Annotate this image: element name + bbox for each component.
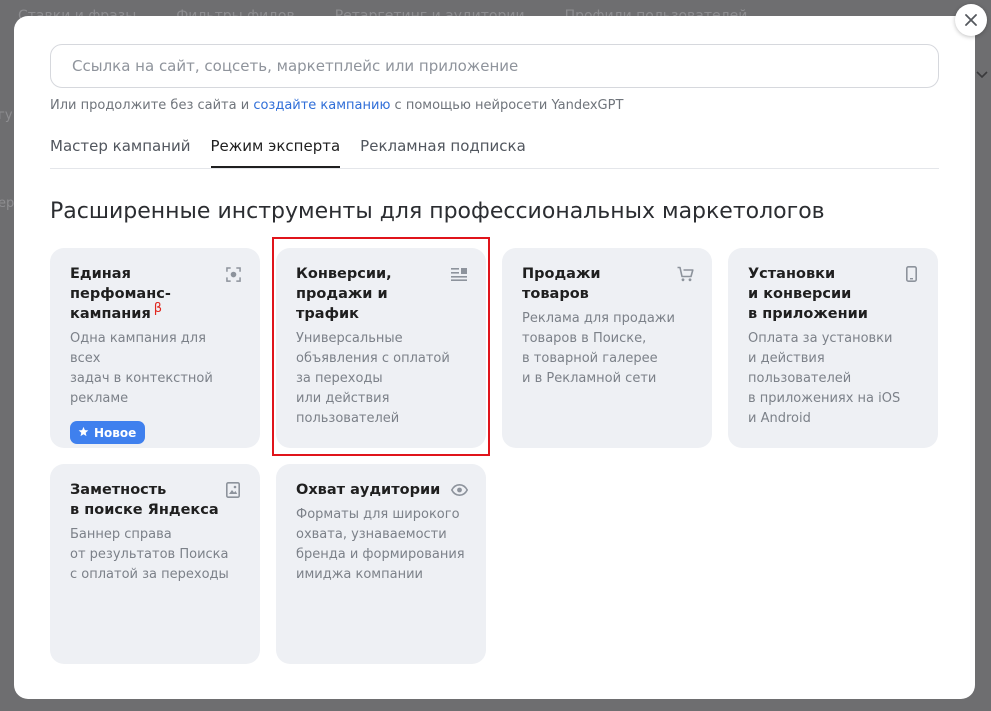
create-campaign-modal: Или продолжите без сайта и создайте камп… (14, 16, 975, 699)
hint-text: Или продолжите без сайта и создайте камп… (50, 98, 623, 113)
badge-label: Новое (94, 425, 137, 440)
card-description: Универсальные объявления с оплатой за пе… (296, 331, 450, 426)
card-app-installs[interactable]: Установки и конверсии в приложении Оплат… (728, 248, 938, 448)
tab-campaign-master[interactable]: Мастер кампаний (50, 135, 191, 168)
tab-ad-subscription[interactable]: Рекламная подписка (360, 135, 526, 168)
card-conversions-sales-traffic[interactable]: Конверсии, продажи и трафик Универсальны… (276, 248, 486, 448)
card-title: Установки и конверсии в приложении (748, 266, 868, 322)
page-title: Расширенные инструменты для профессионал… (50, 199, 825, 224)
card-title: Продажи товаров (522, 266, 601, 302)
beta-label: β (153, 301, 163, 317)
card-product-sales[interactable]: Продажи товаров Реклама для продажи това… (502, 248, 712, 448)
create-campaign-link[interactable]: создайте кампанию (253, 98, 390, 113)
site-link-input[interactable] (70, 56, 919, 76)
card-description: Форматы для широкого охвата, узнаваемост… (296, 507, 465, 582)
close-icon (965, 11, 977, 30)
hint-suffix: с помощью нейросети YandexGPT (390, 98, 624, 113)
text-ad-icon (450, 265, 468, 283)
card-title: Охват аудитории (296, 482, 441, 498)
smartphone-icon (902, 265, 920, 283)
card-title: Заметность в поиске Яндекса (70, 482, 219, 518)
card-title: Конверсии, продажи и трафик (296, 266, 392, 322)
card-description: Одна кампания для всех задач в контекстн… (70, 331, 213, 406)
focus-target-icon (224, 265, 242, 283)
new-badge: Новое (70, 421, 146, 444)
card-audience-reach[interactable]: Охват аудитории Форматы для широкого охв… (276, 464, 486, 664)
star-icon (78, 426, 89, 440)
card-description: Баннер справа от результатов Поиска с оп… (70, 527, 229, 582)
bg-text-fragment: гу (0, 108, 13, 123)
card-description: Реклама для продажи товаров в Поиске, в … (522, 311, 675, 386)
card-unified-performance[interactable]: Единая перфоманс- кампания β Одна кампани… (50, 248, 260, 448)
card-title: Единая перфоманс- кампания β (70, 264, 220, 324)
card-description: Оплата за установки и действия пользоват… (748, 331, 901, 426)
close-button[interactable] (955, 4, 987, 36)
image-icon (224, 481, 242, 499)
eye-icon (450, 481, 468, 499)
bg-chevron-icon (976, 64, 988, 83)
cart-icon (676, 265, 694, 283)
site-link-search[interactable] (50, 44, 939, 88)
tab-expert-mode[interactable]: Режим эксперта (210, 135, 341, 168)
hint-prefix: Или продолжите без сайта и (50, 98, 254, 113)
bg-text-fragment: ер (0, 196, 15, 211)
card-search-visibility[interactable]: Заметность в поиске Яндекса Баннер справ… (50, 464, 260, 664)
mode-tabs: Мастер кампаний Режим эксперта Рекламная… (50, 135, 939, 169)
